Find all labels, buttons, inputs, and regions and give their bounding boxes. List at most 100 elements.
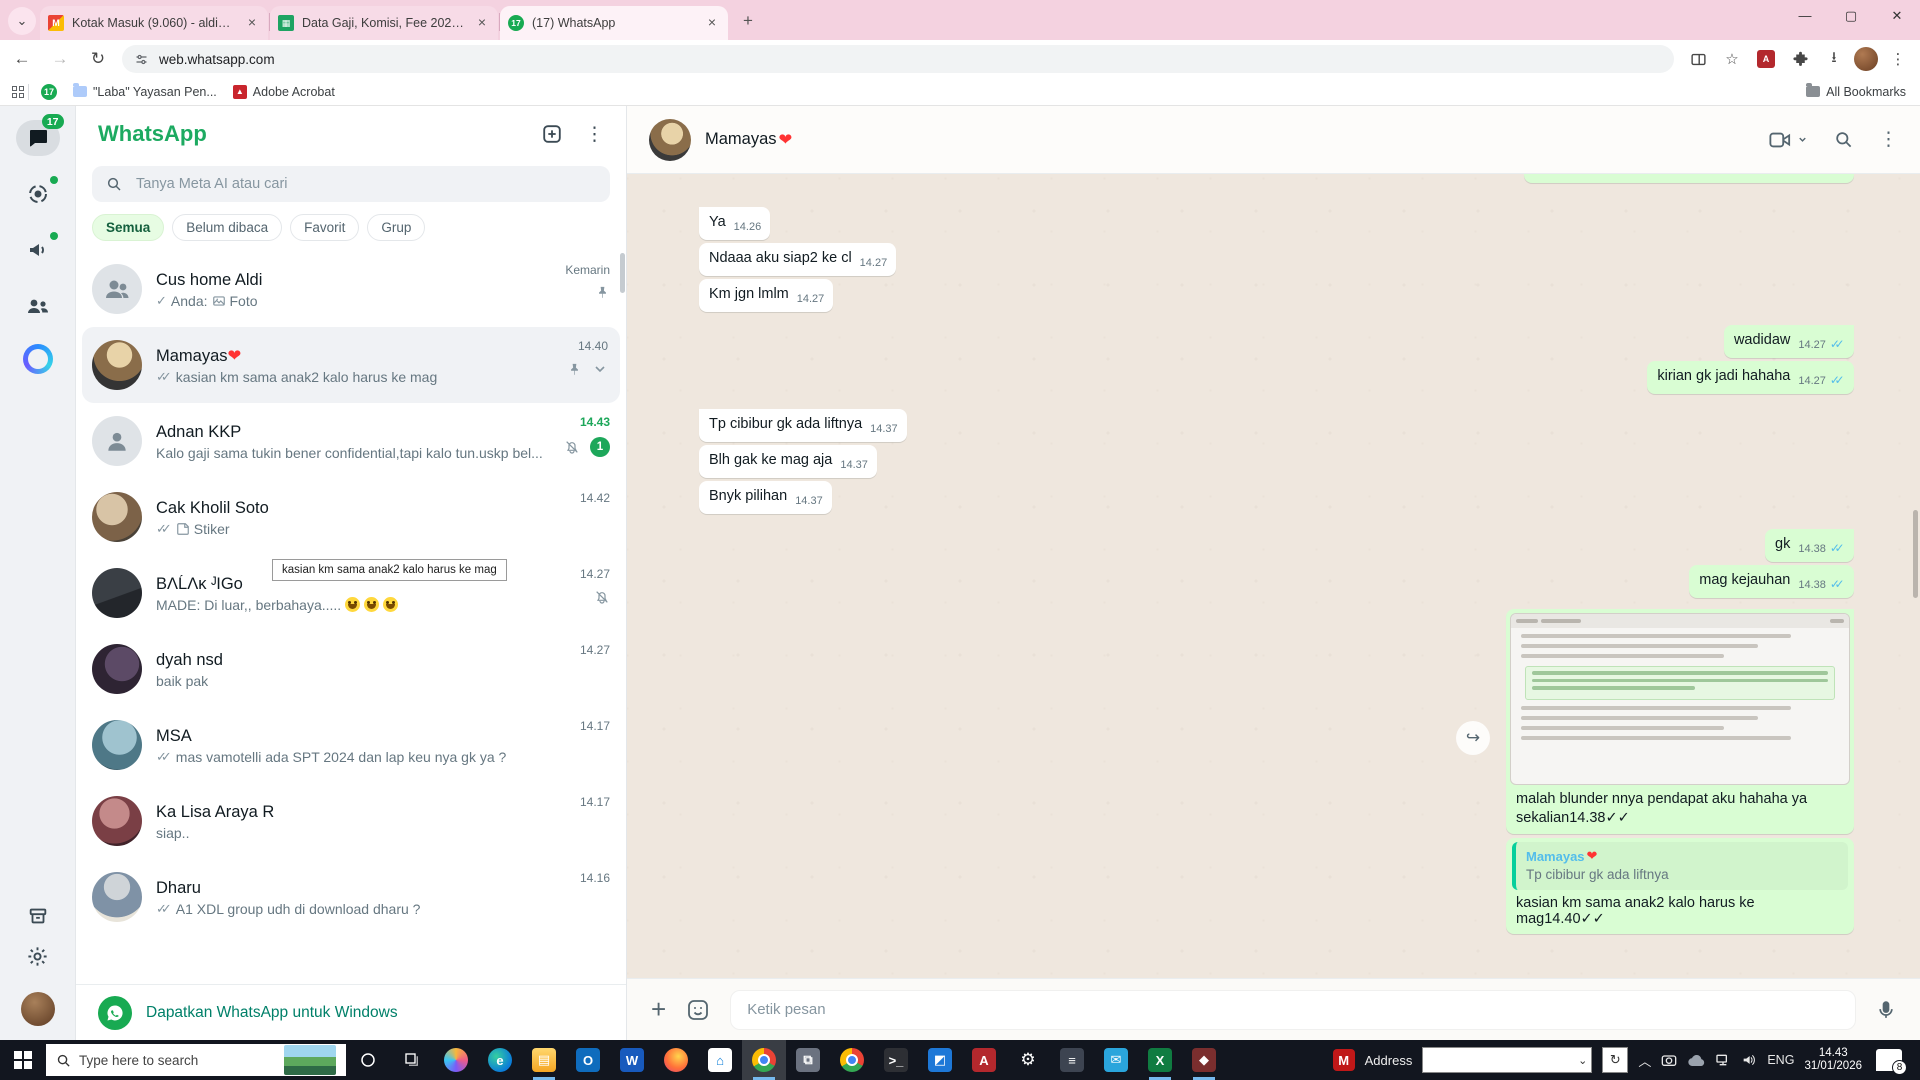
- meta-ai-icon[interactable]: [23, 344, 53, 374]
- start-button[interactable]: [0, 1040, 46, 1080]
- taskbar-notepad[interactable]: ≡: [1050, 1040, 1094, 1080]
- taskbar-firefox[interactable]: [654, 1040, 698, 1080]
- search-bar[interactable]: Tanya Meta AI atau cari: [92, 166, 610, 202]
- outgoing-reply-message[interactable]: Mamayas❤ Tp cibibur gk ada liftnya kasia…: [1506, 838, 1854, 934]
- chats-nav-icon[interactable]: 17: [16, 120, 60, 156]
- chat-row-cak-kholil-soto[interactable]: Cak Kholil Soto ✓✓ Stiker 14.42: [76, 479, 626, 555]
- bookmark-whatsapp[interactable]: 17: [33, 80, 65, 104]
- channels-nav-icon[interactable]: [16, 232, 60, 268]
- task-view-button[interactable]: [390, 1040, 434, 1080]
- taskbar-search[interactable]: Type here to search: [46, 1044, 346, 1076]
- taskbar-chrome[interactable]: [830, 1040, 874, 1080]
- incoming-message[interactable]: Km jgn lmlm14.27: [699, 279, 833, 312]
- bookmark-star-icon[interactable]: ☆: [1718, 45, 1746, 73]
- image-attachment[interactable]: [1510, 613, 1850, 785]
- outgoing-message[interactable]: kirian gk jadi hahaha14.27✓✓: [1647, 361, 1854, 394]
- forward-message-icon[interactable]: ↪: [1456, 721, 1490, 755]
- onedrive-tray-icon[interactable]: [1687, 1054, 1705, 1067]
- taskbar-app-maroon[interactable]: ◆: [1182, 1040, 1226, 1080]
- cortana-button[interactable]: [346, 1040, 390, 1080]
- taskbar-word[interactable]: W: [610, 1040, 654, 1080]
- download-windows-banner[interactable]: Dapatkan WhatsApp untuk Windows: [76, 984, 626, 1040]
- address-bar[interactable]: web.whatsapp.com: [122, 45, 1674, 73]
- taskbar-acrobat[interactable]: A: [962, 1040, 1006, 1080]
- incoming-message[interactable]: Blh gak ke mag aja14.37: [699, 445, 877, 478]
- taskbar-edge[interactable]: e: [478, 1040, 522, 1080]
- taskbar-settings[interactable]: ⚙: [1006, 1040, 1050, 1080]
- new-chat-icon[interactable]: [541, 123, 563, 145]
- incoming-message[interactable]: Tp cibibur gk ada liftnya14.37: [699, 409, 907, 442]
- reload-button[interactable]: ↻: [82, 43, 114, 75]
- chat-row-ka-lisa-araya[interactable]: Ka Lisa Araya R siap.. 14.17: [76, 783, 626, 859]
- profile-avatar[interactable]: [1854, 47, 1878, 71]
- communities-nav-icon[interactable]: [16, 288, 60, 324]
- address-go-button[interactable]: ↻: [1602, 1047, 1628, 1073]
- tab-sheets[interactable]: ▦ Data Gaji, Komisi, Fee 2026.xlsx ×: [270, 6, 498, 40]
- video-call-icon[interactable]: [1769, 131, 1808, 149]
- profile-avatar[interactable]: [21, 992, 55, 1026]
- extensions-puzzle-icon[interactable]: [1786, 45, 1814, 73]
- chat-row-msa[interactable]: MSA ✓✓ mas vamotelli ada SPT 2024 dan la…: [76, 707, 626, 783]
- mcafee-icon[interactable]: M: [1333, 1049, 1355, 1071]
- taskbar-outlook[interactable]: O: [566, 1040, 610, 1080]
- downloads-icon[interactable]: ⭳: [1820, 45, 1848, 73]
- network-tray-icon[interactable]: [1715, 1053, 1731, 1067]
- tab-whatsapp-active[interactable]: 17 (17) WhatsApp ×: [500, 6, 728, 40]
- chat-menu-kebab-icon[interactable]: ⋮: [1879, 128, 1898, 151]
- all-bookmarks-button[interactable]: All Bookmarks: [1806, 85, 1920, 99]
- search-in-chat-icon[interactable]: [1834, 130, 1853, 149]
- search-highlight-image[interactable]: [284, 1045, 336, 1075]
- incoming-message[interactable]: Ya14.26: [699, 207, 770, 240]
- outgoing-image-message[interactable]: malah blunder nnya pendapat aku hahaha y…: [1506, 609, 1854, 834]
- tab-search-button[interactable]: ⌄: [8, 7, 36, 35]
- attach-plus-icon[interactable]: +: [651, 994, 666, 1025]
- menu-kebab-icon[interactable]: ⋮: [585, 123, 604, 146]
- taskbar-terminal[interactable]: >_: [874, 1040, 918, 1080]
- language-indicator[interactable]: ENG: [1767, 1053, 1794, 1067]
- settings-gear-icon[interactable]: [16, 938, 60, 974]
- tab-close-icon[interactable]: ×: [474, 15, 490, 31]
- status-nav-icon[interactable]: [16, 176, 60, 212]
- taskbar-chrome-active[interactable]: [742, 1040, 786, 1080]
- taskbar-excel[interactable]: X: [1138, 1040, 1182, 1080]
- taskbar-photos[interactable]: ◩: [918, 1040, 962, 1080]
- browser-menu-icon[interactable]: ⋮: [1884, 45, 1912, 73]
- bookmark-adobe-acrobat[interactable]: ▲ Adobe Acrobat: [225, 80, 343, 104]
- taskbar-mail[interactable]: ✉: [1094, 1040, 1138, 1080]
- incoming-message[interactable]: Ndaaa aku siap2 ke cl14.27: [699, 243, 896, 276]
- forward-button[interactable]: →: [44, 43, 76, 75]
- tab-gmail[interactable]: M Kotak Masuk (9.060) - aldiswbt ×: [40, 6, 268, 40]
- taskbar-extension-app[interactable]: ⧉: [786, 1040, 830, 1080]
- taskbar-copilot[interactable]: [434, 1040, 478, 1080]
- message-input[interactable]: Ketik pesan: [730, 990, 1856, 1030]
- bookmark-laba-yayasan[interactable]: "Laba" Yayasan Pen...: [65, 80, 225, 104]
- extension-adobe-icon[interactable]: A: [1752, 45, 1780, 73]
- camera-tray-icon[interactable]: [1661, 1053, 1677, 1067]
- volume-tray-icon[interactable]: [1741, 1053, 1757, 1067]
- address-toolbar-input[interactable]: ⌄: [1422, 1047, 1592, 1073]
- hidden-icons-chevron[interactable]: ︿: [1638, 1051, 1651, 1070]
- filter-semua[interactable]: Semua: [92, 214, 164, 241]
- chat-row-cus-home-aldi[interactable]: Cus home Aldi ✓ Anda: Foto Kemarin: [76, 251, 626, 327]
- conversation-avatar[interactable]: [649, 119, 691, 161]
- chat-row-adnan-kkp[interactable]: Adnan KKP Kalo gaji sama tukin bener con…: [76, 403, 626, 479]
- back-button[interactable]: ←: [6, 43, 38, 75]
- conversation-header[interactable]: Mamayas❤ ⋮: [627, 106, 1920, 174]
- outgoing-message[interactable]: mag kejauhan14.38✓✓: [1689, 565, 1854, 598]
- outgoing-message[interactable]: gk14.38✓✓: [1765, 529, 1854, 562]
- archived-chats-icon[interactable]: [16, 898, 60, 934]
- split-screen-icon[interactable]: [1684, 45, 1712, 73]
- chat-row-mamayas[interactable]: Mamayas❤ ✓✓ kasian km sama anak2 kalo ha…: [82, 327, 620, 403]
- tab-close-icon[interactable]: ×: [244, 15, 260, 31]
- apps-grid-icon[interactable]: [12, 86, 24, 98]
- sticker-picker-icon[interactable]: [686, 998, 710, 1022]
- taskbar-file-explorer[interactable]: ▤: [522, 1040, 566, 1080]
- messages-scrollbar[interactable]: [1913, 510, 1918, 598]
- maximize-button[interactable]: ▢: [1828, 0, 1874, 34]
- taskbar-store[interactable]: ⌂: [698, 1040, 742, 1080]
- minimize-button[interactable]: —: [1782, 0, 1828, 34]
- incoming-message[interactable]: Bnyk pilihan14.37: [699, 481, 832, 514]
- notification-center-icon[interactable]: 8: [1876, 1049, 1902, 1071]
- mic-icon[interactable]: [1876, 999, 1896, 1021]
- taskbar-clock[interactable]: 14.4331/01/2026: [1804, 1047, 1862, 1073]
